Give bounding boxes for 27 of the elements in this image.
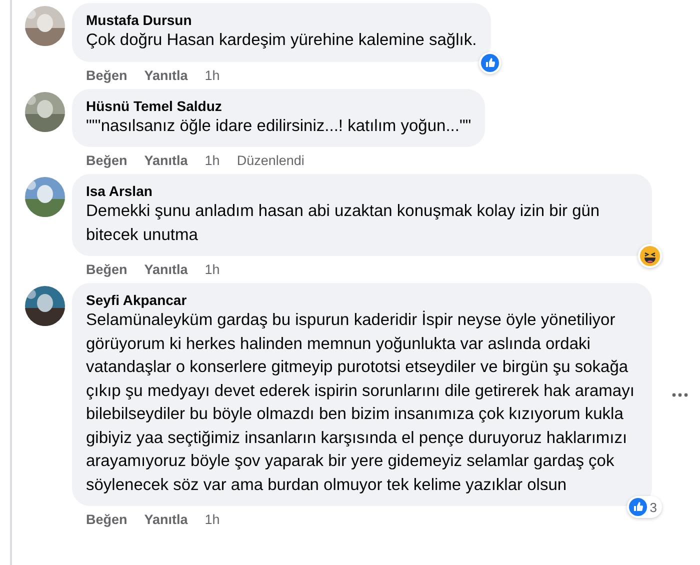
author-name[interactable]: Mustafa Dursun [86,11,477,29]
author-name[interactable]: Isa Arslan [86,182,638,200]
like-link[interactable]: Beğen [86,68,128,84]
thumbs-up-icon [628,498,647,516]
timestamp[interactable]: 1h [204,68,220,84]
like-link[interactable]: Beğen [86,512,128,528]
reaction-badge[interactable] [638,244,662,268]
reaction-badge[interactable]: 3 [626,496,662,518]
more-options-icon[interactable] [672,392,688,396]
edited-label: Düzenlendi [236,153,304,169]
reply-link[interactable]: Yanıtla [144,68,188,84]
reply-link[interactable]: Yanıtla [144,512,188,528]
like-link[interactable]: Beğen [86,153,128,169]
reply-link[interactable]: Yanıtla [144,153,188,169]
timestamp[interactable]: 1h [204,262,220,278]
reply-link[interactable]: Yanıtla [144,262,188,278]
author-name[interactable]: Hüsnü Temel Salduz [86,96,472,114]
comment-text: Selamünaleyküm gardaş bu ispurun kaderidir İspir neyse öyle yönetiliyor görüyorum ki herkes halinden memnun yoğunlukta var aslında ordaki vatandaşlar o konserlere gitmeyip purototsi etseydiler ve birgün şu sokağa çıkıp şu medyayı devet ederek ispirin sorunlarını dile getirerek hak aramayı bilebilseydiler bu böyle olmazdı ben bizim insanımıza çok kızıyorum kukla gibiyiz yaa seçtiğimiz insanların karşısında el pençe duruyoruz haklarımızı arayamıyoruz böyle şov yaparak bir yere gidemeyiz selamlar gardaş çok söylenecek söz var ama burdan olmuyor tek kelime yazıklar olsun [86,310,636,496]
timestamp[interactable]: 1h [204,153,220,169]
laughing-emoji-icon [640,246,660,266]
like-link[interactable]: Beğen [86,262,128,278]
author-name[interactable]: Seyfi Akpancar [86,291,638,309]
timestamp[interactable]: 1h [204,512,220,528]
comment-text: Çok doğru Hasan kardeşim yürehine kalemine sağlık. [86,30,477,51]
thumbs-up-icon [480,54,499,72]
comment-text: ""'nasılsanız öğle idare edilirsiniz...! katılım yoğun..."" [86,116,472,136]
comment-text: Demekki şunu anladım hasan abi uzaktan konuşmak kolay izin bir gün bitecek unutma [86,201,601,246]
